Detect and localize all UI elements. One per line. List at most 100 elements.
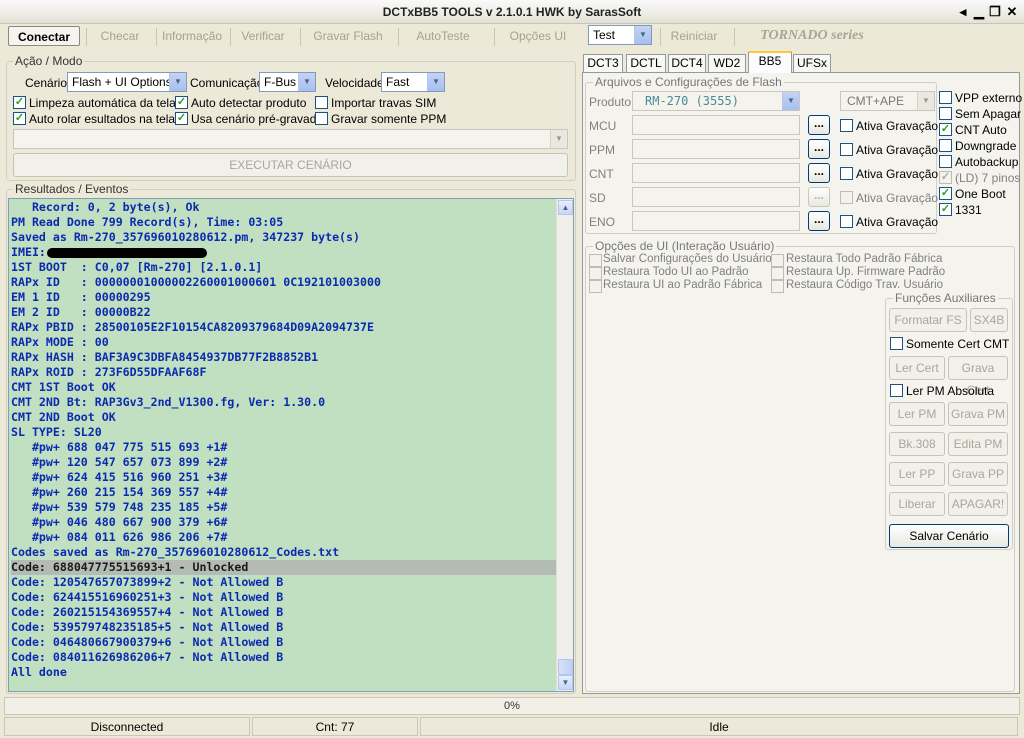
- mcu-browse-button[interactable]: ...: [808, 115, 830, 135]
- restore-icon[interactable]: ❐: [986, 4, 1004, 20]
- comm-label: Comunicação: [190, 76, 264, 90]
- execute-scenario-button[interactable]: EXECUTAR CENÁRIO: [13, 153, 568, 177]
- cnt-burn-checkbox[interactable]: [840, 167, 853, 180]
- tab-dctl[interactable]: DCTL: [626, 54, 666, 72]
- edit-pm-button[interactable]: Edita PM: [948, 432, 1008, 456]
- tab-bb5[interactable]: BB5: [748, 51, 792, 73]
- eno-browse-button[interactable]: ...: [808, 211, 830, 231]
- only-cert-cmt-label: Somente Cert CMT: [906, 337, 1010, 351]
- scenario-select[interactable]: Flash + UI Options ▼: [67, 72, 187, 92]
- log-line: CMT 2ND Bt: RAP3Gv3_2nd_V1300.fg, Ver: 1…: [11, 395, 326, 409]
- toolbar-divider: [300, 28, 301, 46]
- one-boot-checkbox[interactable]: ✓: [939, 187, 952, 200]
- check-button[interactable]: Checar: [92, 26, 148, 46]
- bk308-button[interactable]: Bk.308: [889, 432, 945, 456]
- autobackup-checkbox[interactable]: [939, 155, 952, 168]
- scroll-down-icon[interactable]: ▼: [558, 675, 573, 690]
- sd-file-input[interactable]: [632, 187, 800, 207]
- log-line: Code: 120547657073899+2 - Not Allowed B: [11, 575, 284, 589]
- save-scenario-button[interactable]: Salvar Cenário: [889, 524, 1009, 548]
- autotest-button[interactable]: AutoTeste: [406, 26, 480, 46]
- restore-ui-default-checkbox[interactable]: [589, 267, 602, 280]
- cnt-file-input[interactable]: [632, 163, 800, 183]
- sd-burn-checkbox[interactable]: [840, 191, 853, 204]
- redaction-bar: [47, 248, 207, 258]
- close-icon[interactable]: ✕: [1003, 4, 1021, 20]
- only-cert-cmt-checkbox[interactable]: [890, 337, 903, 350]
- ppm-only-checkbox[interactable]: [315, 112, 328, 125]
- read-cert-button[interactable]: Ler Cert: [889, 356, 945, 380]
- eno-file-input[interactable]: [632, 211, 800, 231]
- auto-clear-checkbox[interactable]: ✓: [13, 96, 26, 109]
- format-fs-button[interactable]: Formatar FS: [889, 308, 967, 332]
- cnt-auto-checkbox[interactable]: ✓: [939, 123, 952, 136]
- cnt-browse-button[interactable]: ...: [808, 163, 830, 183]
- cnt-auto-label: CNT Auto: [955, 123, 1007, 137]
- variant-select[interactable]: CMT+APE ▼: [840, 91, 935, 111]
- write-cert-button[interactable]: Grava Cert: [948, 356, 1008, 397]
- restore-factory-checkbox[interactable]: [771, 254, 784, 267]
- scroll-up-icon[interactable]: ▲: [558, 200, 573, 215]
- write-pm-button[interactable]: Grava PM: [948, 402, 1008, 426]
- log-line: Code: 260215154369557+4 - Not Allowed B: [11, 605, 284, 619]
- restore-firmware-checkbox[interactable]: [771, 267, 784, 280]
- results-log[interactable]: Record: 0, 2 byte(s), Ok PM Read Done 799…: [8, 198, 574, 692]
- ui-options-button[interactable]: Opções UI: [500, 26, 576, 46]
- read-pm-button[interactable]: Ler PM: [889, 402, 945, 426]
- log-line: IMEI:: [11, 245, 559, 260]
- log-line: #pw+ 120 547 657 073 899 +2#: [11, 455, 228, 469]
- mcu-burn-checkbox[interactable]: [840, 119, 853, 132]
- log-line: Code: 046480667900379+6 - Not Allowed B: [11, 635, 284, 649]
- tab-wd2[interactable]: WD2: [708, 54, 746, 72]
- log-line: Record: 0, 2 byte(s), Ok: [11, 200, 200, 214]
- log-line: RAPx ID : 00000001000002260001000601 0C1…: [11, 275, 381, 289]
- downgrade-checkbox[interactable]: [939, 139, 952, 152]
- restore-factory-label: Restaura Todo Padrão Fábrica: [786, 253, 943, 265]
- mcu-file-input[interactable]: [632, 115, 800, 135]
- eno-burn-label: Ativa Gravação: [856, 215, 939, 229]
- auto-scroll-checkbox[interactable]: ✓: [13, 112, 26, 125]
- eno-burn-checkbox[interactable]: [840, 215, 853, 228]
- speed-select[interactable]: Fast ▼: [381, 72, 445, 92]
- mode-select[interactable]: Test ▼: [588, 25, 652, 45]
- ppm-burn-label: Ativa Gravação: [856, 143, 939, 157]
- save-user-config-checkbox[interactable]: [589, 254, 602, 267]
- ppm-file-input[interactable]: [632, 139, 800, 159]
- scenario-file-select[interactable]: ▼: [13, 129, 568, 149]
- erase-button[interactable]: APAGAR!: [948, 492, 1008, 516]
- tab-dct3[interactable]: DCT3: [583, 54, 623, 72]
- chevron-down-icon: ▼: [634, 26, 651, 44]
- ld-7-pins-checkbox[interactable]: ✓: [939, 171, 952, 184]
- restore-ui-factory-checkbox[interactable]: [589, 280, 602, 293]
- comm-select[interactable]: F-Bus ▼: [259, 72, 316, 92]
- auto-detect-checkbox[interactable]: ✓: [175, 96, 188, 109]
- release-button[interactable]: Liberar: [889, 492, 945, 516]
- prerecorded-scenario-checkbox[interactable]: ✓: [175, 112, 188, 125]
- scroll-thumb[interactable]: [558, 659, 573, 675]
- sd-browse-button[interactable]: ...: [808, 187, 830, 207]
- tab-ufsx[interactable]: UFSx: [793, 54, 831, 72]
- log-scrollbar[interactable]: ▲ ▼: [556, 199, 573, 691]
- tab-dct4[interactable]: DCT4: [668, 54, 706, 72]
- read-pp-button[interactable]: Ler PP: [889, 462, 945, 486]
- write-pp-button[interactable]: Grava PP: [948, 462, 1008, 486]
- verify-button[interactable]: Verificar: [234, 26, 292, 46]
- ppm-browse-button[interactable]: ...: [808, 139, 830, 159]
- info-button[interactable]: Informação: [160, 26, 224, 46]
- vpp-external-checkbox[interactable]: [939, 91, 952, 104]
- import-sim-locks-checkbox[interactable]: [315, 96, 328, 109]
- no-erase-checkbox[interactable]: [939, 107, 952, 120]
- restore-user-lock-checkbox[interactable]: [771, 280, 784, 293]
- sx4b-button[interactable]: SX4B: [970, 308, 1008, 332]
- ppm-burn-checkbox[interactable]: [840, 143, 853, 156]
- title-bar: DCTxBB5 TOOLS v 2.1.0.1 HWK by SarasSoft…: [0, 0, 1024, 24]
- flash-files-title: Arquivos e Configurações de Flash: [593, 75, 784, 89]
- opt-1331-checkbox[interactable]: ✓: [939, 203, 952, 216]
- read-pm-absolute-checkbox[interactable]: [890, 384, 903, 397]
- product-select-value: RM-270 (3555): [645, 94, 739, 108]
- connect-button[interactable]: Conectar: [8, 26, 80, 46]
- flash-button[interactable]: Gravar Flash: [306, 26, 390, 46]
- restart-button[interactable]: Reiniciar: [664, 26, 724, 46]
- save-user-config-label: Salvar Configurações do Usuário: [603, 253, 772, 265]
- product-select[interactable]: RM-270 (3555) ▼: [632, 91, 800, 111]
